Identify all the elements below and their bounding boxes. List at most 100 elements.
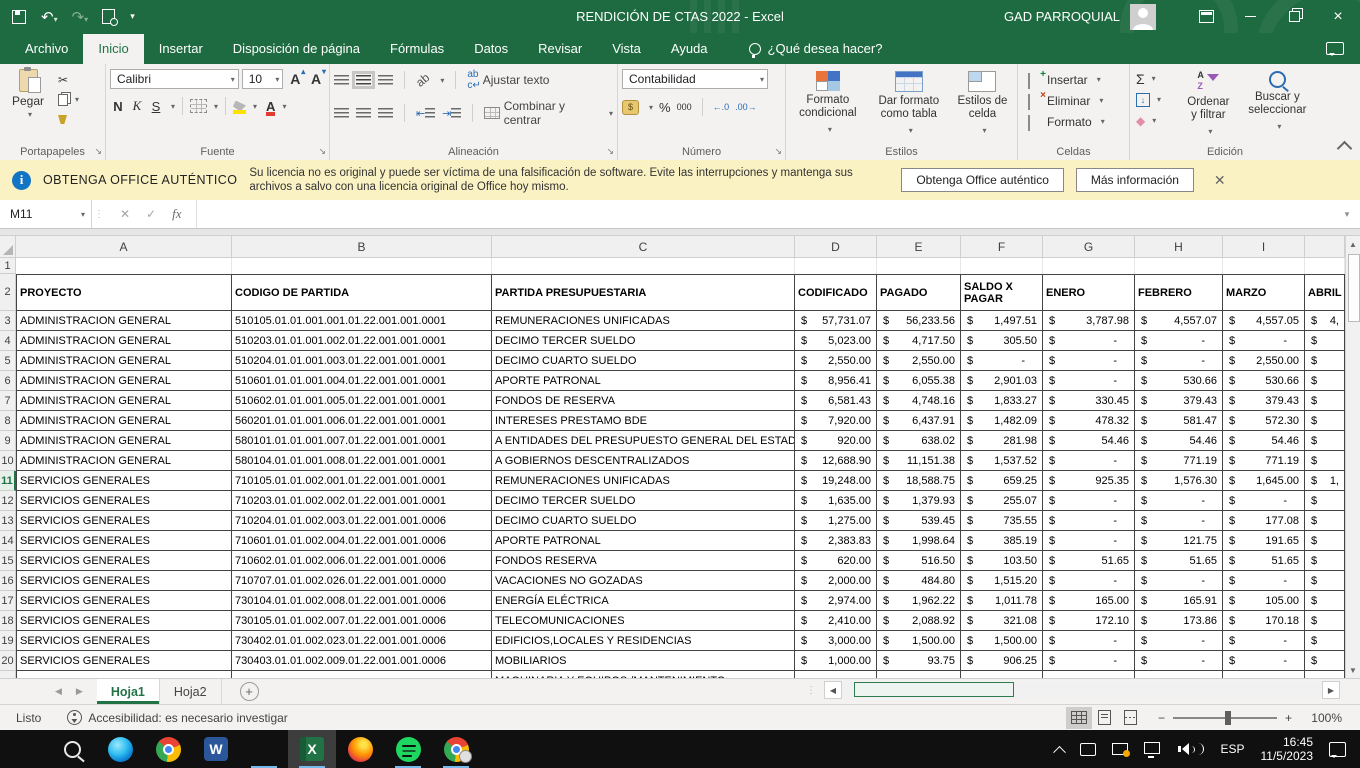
grid-cell[interactable]: $ bbox=[1305, 451, 1345, 471]
grid-cell[interactable]: FONDOS RESERVA bbox=[492, 551, 795, 571]
grid-cell[interactable] bbox=[961, 671, 1043, 678]
grid-cell[interactable]: MARZO bbox=[1223, 274, 1305, 311]
row-header-14[interactable]: 14 bbox=[0, 531, 16, 551]
grid-cell[interactable]: $1,379.93 bbox=[877, 491, 961, 511]
select-all-corner[interactable] bbox=[0, 236, 16, 258]
grid-cell[interactable]: $ bbox=[1305, 391, 1345, 411]
row-header-15[interactable]: 15 bbox=[0, 551, 16, 571]
grid-cell[interactable]: $54.46 bbox=[1135, 431, 1223, 451]
grid-cell[interactable]: $ bbox=[1305, 591, 1345, 611]
row-header-19[interactable]: 19 bbox=[0, 631, 16, 651]
undo-icon[interactable]: ↶▾ bbox=[41, 8, 57, 26]
paste-button[interactable]: Pegar ▾ bbox=[4, 69, 52, 128]
grid-cell[interactable]: CODIFICADO bbox=[795, 274, 877, 311]
grid-cell[interactable]: SERVICIOS GENERALES bbox=[16, 611, 232, 631]
comma-style-button[interactable]: 000 bbox=[677, 102, 692, 112]
grid-cell[interactable]: 560201.01.01.001.006.01.22.001.001.0001 bbox=[232, 411, 492, 431]
grid-cell[interactable]: APORTE PATRONAL bbox=[492, 371, 795, 391]
find-select-button[interactable]: Buscar y seleccionar▾ bbox=[1239, 69, 1316, 142]
column-header-D[interactable]: D bbox=[795, 236, 877, 258]
grid-cell[interactable]: CODIGO DE PARTIDA bbox=[232, 274, 492, 311]
grid-cell[interactable]: $925.35 bbox=[1043, 471, 1135, 491]
grid-cell[interactable]: $1,537.52 bbox=[961, 451, 1043, 471]
horizontal-scroll-thumb[interactable] bbox=[854, 682, 1014, 697]
minimize-button[interactable] bbox=[1228, 0, 1272, 33]
grid-cell[interactable]: DECIMO CUARTO SUELDO bbox=[492, 511, 795, 531]
grid-cell[interactable]: $56,233.56 bbox=[877, 311, 961, 331]
grid-cell[interactable]: $4,748.16 bbox=[877, 391, 961, 411]
taskbar-word-button[interactable]: W bbox=[192, 730, 240, 768]
font-color-button[interactable]: A bbox=[266, 99, 275, 114]
grid-cell[interactable]: ENERGÍA ELÉCTRICA bbox=[492, 591, 795, 611]
grid-cell[interactable]: $385.19 bbox=[961, 531, 1043, 551]
ribbon-display-options-button[interactable] bbox=[1184, 0, 1228, 33]
collapse-ribbon-icon[interactable] bbox=[1337, 141, 1353, 157]
grid-cell[interactable]: $ bbox=[1305, 431, 1345, 451]
grid-cell[interactable]: 710105.01.01.002.001.01.22.001.001.0001 bbox=[232, 471, 492, 491]
grid-cell[interactable]: $- bbox=[1223, 571, 1305, 591]
grid-cell[interactable]: ADMINISTRACION GENERAL bbox=[16, 371, 232, 391]
alignment-dialog-launcher-icon[interactable]: ↘ bbox=[606, 146, 614, 157]
grid-cell[interactable]: $735.55 bbox=[961, 511, 1043, 531]
insert-cells-button[interactable]: + Insertar▾ bbox=[1028, 69, 1125, 90]
grid-cell[interactable]: $11,151.38 bbox=[877, 451, 961, 471]
row-header-12[interactable]: 12 bbox=[0, 491, 16, 511]
grid-cell[interactable]: SERVICIOS GENERALES bbox=[16, 551, 232, 571]
accounting-dropdown-icon[interactable]: ▾ bbox=[649, 103, 653, 112]
fill-color-dropdown-icon[interactable]: ▾ bbox=[253, 102, 257, 111]
grid-cell[interactable]: REMUNERACIONES UNIFICADAS bbox=[492, 471, 795, 491]
grid-cell[interactable]: $2,088.92 bbox=[877, 611, 961, 631]
grid-cell[interactable]: MOBILIARIOS bbox=[492, 651, 795, 671]
merge-center-button[interactable]: Combinar y centrar ▾ bbox=[484, 99, 613, 127]
grid-cell[interactable]: $255.07 bbox=[961, 491, 1043, 511]
language-indicator[interactable]: ESP bbox=[1220, 742, 1244, 756]
grid-cell[interactable]: $305.50 bbox=[961, 331, 1043, 351]
clock[interactable]: 16:45 11/5/2023 bbox=[1261, 735, 1314, 763]
grid-cell[interactable]: $- bbox=[1043, 651, 1135, 671]
taskbar-windows-start-button[interactable] bbox=[0, 730, 48, 768]
decrease-decimal-icon[interactable]: .00→ bbox=[735, 102, 757, 112]
restore-button[interactable] bbox=[1272, 0, 1316, 33]
grid-cell[interactable]: $1,500.00 bbox=[961, 631, 1043, 651]
number-format-select[interactable]: Contabilidad▾ bbox=[622, 69, 768, 89]
grid-cell[interactable]: ABRIL bbox=[1305, 274, 1345, 311]
align-top-icon[interactable] bbox=[334, 75, 349, 85]
grid-cell[interactable]: ADMINISTRACION GENERAL bbox=[16, 391, 232, 411]
action-center-icon[interactable] bbox=[1329, 742, 1346, 757]
grid-cell[interactable]: $2,000.00 bbox=[795, 571, 877, 591]
grid-cell[interactable]: $516.50 bbox=[877, 551, 961, 571]
grid-cell[interactable]: $19,248.00 bbox=[795, 471, 877, 491]
grid-cell[interactable]: FONDOS DE RESERVA bbox=[492, 391, 795, 411]
grid-cell[interactable]: $1,645.00 bbox=[1223, 471, 1305, 491]
formula-input[interactable] bbox=[197, 200, 1334, 228]
display-cast-icon[interactable] bbox=[1112, 743, 1128, 755]
row-header-9[interactable]: 9 bbox=[0, 431, 16, 451]
grid-cell[interactable]: 710204.01.01.002.003.01.22.001.001.0006 bbox=[232, 511, 492, 531]
italic-button[interactable]: K bbox=[129, 97, 145, 115]
grid-cell[interactable]: $1,000.00 bbox=[795, 651, 877, 671]
grid-cell[interactable]: $2,410.00 bbox=[795, 611, 877, 631]
grid-cell[interactable]: $2,550.00 bbox=[877, 351, 961, 371]
grid-cell[interactable]: $ bbox=[1305, 531, 1345, 551]
grid-cell[interactable]: $6,581.43 bbox=[795, 391, 877, 411]
grid-cell[interactable]: $1,011.78 bbox=[961, 591, 1043, 611]
grid-cell[interactable]: $484.80 bbox=[877, 571, 961, 591]
taskbar-search-button[interactable] bbox=[48, 730, 96, 768]
zoom-slider-thumb[interactable] bbox=[1225, 711, 1231, 725]
grid-cell[interactable]: $4, bbox=[1305, 311, 1345, 331]
grid-cell[interactable]: $12,688.90 bbox=[795, 451, 877, 471]
format-painter-button[interactable] bbox=[58, 111, 88, 128]
row-header-7[interactable]: 7 bbox=[0, 391, 16, 411]
align-center-icon[interactable] bbox=[356, 108, 371, 118]
grid-cell[interactable]: $103.50 bbox=[961, 551, 1043, 571]
grid-cell[interactable]: $- bbox=[1135, 651, 1223, 671]
customize-qat-icon[interactable]: ▾ bbox=[130, 11, 134, 22]
grid-cell[interactable]: $- bbox=[1135, 631, 1223, 651]
font-name-select[interactable]: Calibri▾ bbox=[110, 69, 239, 89]
grid-cell[interactable]: $- bbox=[1043, 351, 1135, 371]
volume-icon[interactable] bbox=[1176, 743, 1204, 755]
font-size-select[interactable]: 10▾ bbox=[242, 69, 284, 89]
grid-cell[interactable]: 710602.01.01.002.006.01.22.001.001.0006 bbox=[232, 551, 492, 571]
row-header-17[interactable]: 17 bbox=[0, 591, 16, 611]
grid-cell[interactable]: $4,557.07 bbox=[1135, 311, 1223, 331]
